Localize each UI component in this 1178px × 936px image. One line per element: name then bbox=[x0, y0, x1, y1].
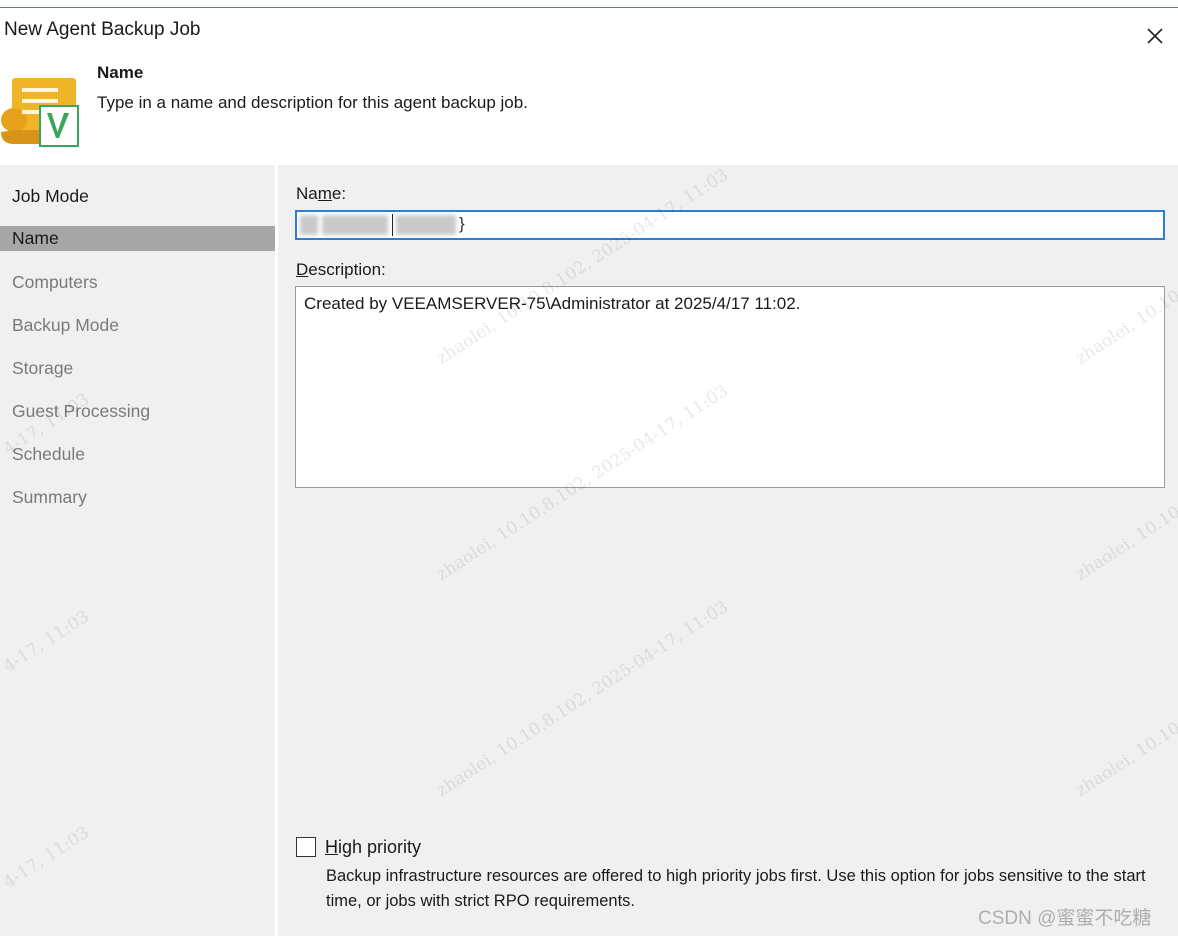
step-title: Name bbox=[97, 63, 144, 82]
text-caret bbox=[392, 214, 393, 236]
scroll-v-icon bbox=[0, 72, 84, 152]
wizard-header: Name Type in a name and description for … bbox=[0, 52, 1178, 165]
close-icon bbox=[1147, 28, 1163, 44]
high-priority-label[interactable]: High priority bbox=[325, 837, 421, 858]
sidebar-item-guest-processing[interactable]: Guest Processing bbox=[0, 399, 275, 424]
sidebar-item-name[interactable]: Name bbox=[0, 226, 275, 251]
name-label: Name: bbox=[296, 184, 347, 203]
sidebar-item-summary[interactable]: Summary bbox=[0, 485, 275, 510]
sidebar-item-storage[interactable]: Storage bbox=[0, 356, 275, 381]
sidebar-item-job-mode[interactable]: Job Mode bbox=[0, 184, 275, 209]
sidebar-item-computers[interactable]: Computers bbox=[0, 270, 275, 295]
main-panel: Name: } Description: Created by VEEAMSER… bbox=[278, 165, 1178, 936]
high-priority-checkbox[interactable] bbox=[296, 837, 316, 857]
close-button[interactable] bbox=[1141, 22, 1169, 50]
description-label: Description: bbox=[296, 260, 386, 279]
name-value-tail: } bbox=[459, 214, 465, 233]
description-textarea[interactable]: Created by VEEAMSERVER-75\Administrator … bbox=[295, 286, 1165, 488]
window-title: New Agent Backup Job bbox=[4, 19, 201, 40]
csdn-watermark: CSDN @蜜蜜不吃糖 bbox=[978, 908, 1152, 929]
name-input[interactable]: } bbox=[295, 210, 1165, 240]
redacted-text bbox=[300, 215, 318, 235]
redacted-text bbox=[322, 215, 388, 235]
sidebar-item-backup-mode[interactable]: Backup Mode bbox=[0, 313, 275, 338]
sidebar-item-schedule[interactable]: Schedule bbox=[0, 442, 275, 467]
wizard-steps-sidebar: Job Mode Name Computers Backup Mode Stor… bbox=[0, 165, 275, 936]
redacted-text bbox=[396, 215, 456, 235]
title-bar: New Agent Backup Job bbox=[0, 8, 1178, 52]
step-description: Type in a name and description for this … bbox=[97, 93, 528, 112]
